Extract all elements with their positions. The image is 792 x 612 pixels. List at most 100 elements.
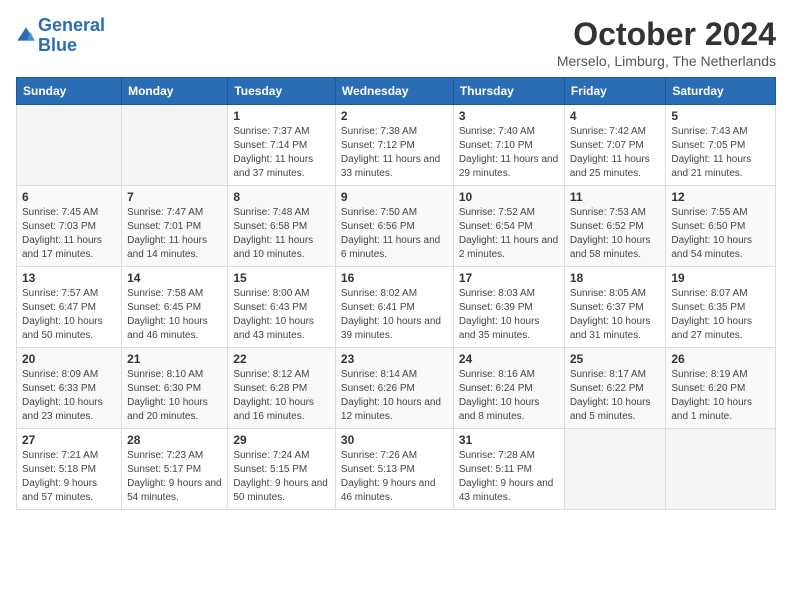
day-number: 13 (22, 271, 116, 285)
logo-icon (16, 26, 36, 46)
day-number: 22 (233, 352, 330, 366)
day-number: 11 (570, 190, 661, 204)
day-number: 25 (570, 352, 661, 366)
calendar-cell: 13 Sunrise: 7:57 AM Sunset: 6:47 PM Dayli… (17, 267, 122, 348)
calendar-cell: 17 Sunrise: 8:03 AM Sunset: 6:39 PM Dayli… (453, 267, 564, 348)
day-number: 1 (233, 109, 330, 123)
day-info: Sunrise: 7:38 AM Sunset: 7:12 PM Dayligh… (341, 125, 448, 181)
logo: General Blue (16, 16, 105, 56)
day-info: Sunrise: 8:14 AM Sunset: 6:26 PM Dayligh… (341, 368, 448, 424)
calendar-cell (564, 429, 666, 510)
calendar-week-row: 27 Sunrise: 7:21 AM Sunset: 5:18 PM Dayli… (17, 429, 776, 510)
day-info: Sunrise: 8:17 AM Sunset: 6:22 PM Dayligh… (570, 368, 661, 424)
calendar-cell: 12 Sunrise: 7:55 AM Sunset: 6:50 PM Dayli… (666, 186, 776, 267)
month-title: October 2024 (557, 16, 776, 53)
weekday-header: Wednesday (335, 78, 453, 105)
day-number: 14 (127, 271, 222, 285)
calendar-cell: 29 Sunrise: 7:24 AM Sunset: 5:15 PM Dayli… (228, 429, 336, 510)
calendar-cell: 20 Sunrise: 8:09 AM Sunset: 6:33 PM Dayli… (17, 348, 122, 429)
calendar-week-row: 1Sunrise: 7:37 AM Sunset: 7:14 PM Daylig… (17, 105, 776, 186)
day-number: 9 (341, 190, 448, 204)
day-number: 24 (459, 352, 559, 366)
logo-line1: General (38, 15, 105, 35)
day-number: 30 (341, 433, 448, 447)
calendar-cell: 22 Sunrise: 8:12 AM Sunset: 6:28 PM Dayli… (228, 348, 336, 429)
day-info: Sunrise: 8:16 AM Sunset: 6:24 PM Dayligh… (459, 368, 559, 424)
calendar-cell: 21Sunrise: 8:10 AM Sunset: 6:30 PM Dayli… (122, 348, 228, 429)
day-number: 20 (22, 352, 116, 366)
calendar-cell (122, 105, 228, 186)
day-info: Sunrise: 7:40 AM Sunset: 7:10 PM Dayligh… (459, 125, 559, 181)
day-number: 29 (233, 433, 330, 447)
calendar-header: SundayMondayTuesdayWednesdayThursdayFrid… (17, 78, 776, 105)
day-info: Sunrise: 8:07 AM Sunset: 6:35 PM Dayligh… (671, 287, 770, 343)
day-number: 23 (341, 352, 448, 366)
calendar-table: SundayMondayTuesdayWednesdayThursdayFrid… (16, 77, 776, 510)
calendar-cell: 28Sunrise: 7:23 AM Sunset: 5:17 PM Dayli… (122, 429, 228, 510)
calendar-cell: 25 Sunrise: 8:17 AM Sunset: 6:22 PM Dayli… (564, 348, 666, 429)
subtitle: Merselo, Limburg, The Netherlands (557, 53, 776, 69)
day-number: 6 (22, 190, 116, 204)
calendar-cell: 30 Sunrise: 7:26 AM Sunset: 5:13 PM Dayli… (335, 429, 453, 510)
day-info: Sunrise: 7:26 AM Sunset: 5:13 PM Dayligh… (341, 449, 448, 505)
day-info: Sunrise: 8:05 AM Sunset: 6:37 PM Dayligh… (570, 287, 661, 343)
day-info: Sunrise: 8:09 AM Sunset: 6:33 PM Dayligh… (22, 368, 116, 424)
day-info: Sunrise: 7:58 AM Sunset: 6:45 PM Dayligh… (127, 287, 222, 343)
day-info: Sunrise: 7:52 AM Sunset: 6:54 PM Dayligh… (459, 206, 559, 262)
day-number: 10 (459, 190, 559, 204)
day-info: Sunrise: 7:43 AM Sunset: 7:05 PM Dayligh… (671, 125, 770, 181)
day-info: Sunrise: 8:12 AM Sunset: 6:28 PM Dayligh… (233, 368, 330, 424)
day-number: 17 (459, 271, 559, 285)
calendar-cell: 1Sunrise: 7:37 AM Sunset: 7:14 PM Daylig… (228, 105, 336, 186)
calendar-cell: 23 Sunrise: 8:14 AM Sunset: 6:26 PM Dayli… (335, 348, 453, 429)
day-info: Sunrise: 7:28 AM Sunset: 5:11 PM Dayligh… (459, 449, 559, 505)
calendar-cell: 15 Sunrise: 8:00 AM Sunset: 6:43 PM Dayli… (228, 267, 336, 348)
weekday-header: Sunday (17, 78, 122, 105)
day-info: Sunrise: 7:21 AM Sunset: 5:18 PM Dayligh… (22, 449, 116, 505)
calendar-cell: 4 Sunrise: 7:42 AM Sunset: 7:07 PM Daylig… (564, 105, 666, 186)
calendar-cell (666, 429, 776, 510)
calendar-cell: 9Sunrise: 7:50 AM Sunset: 6:56 PM Daylig… (335, 186, 453, 267)
calendar-cell: 31 Sunrise: 7:28 AM Sunset: 5:11 PM Dayli… (453, 429, 564, 510)
weekday-header-row: SundayMondayTuesdayWednesdayThursdayFrid… (17, 78, 776, 105)
day-info: Sunrise: 8:02 AM Sunset: 6:41 PM Dayligh… (341, 287, 448, 343)
day-number: 4 (570, 109, 661, 123)
title-section: October 2024 Merselo, Limburg, The Nethe… (557, 16, 776, 69)
calendar-cell: 26Sunrise: 8:19 AM Sunset: 6:20 PM Dayli… (666, 348, 776, 429)
day-number: 12 (671, 190, 770, 204)
day-info: Sunrise: 8:03 AM Sunset: 6:39 PM Dayligh… (459, 287, 559, 343)
day-number: 5 (671, 109, 770, 123)
weekday-header: Tuesday (228, 78, 336, 105)
day-number: 2 (341, 109, 448, 123)
calendar-week-row: 20 Sunrise: 8:09 AM Sunset: 6:33 PM Dayli… (17, 348, 776, 429)
day-number: 18 (570, 271, 661, 285)
day-info: Sunrise: 7:42 AM Sunset: 7:07 PM Dayligh… (570, 125, 661, 181)
logo-text: General Blue (38, 16, 105, 56)
day-number: 31 (459, 433, 559, 447)
page-header: General Blue October 2024 Merselo, Limbu… (16, 16, 776, 69)
day-info: Sunrise: 7:47 AM Sunset: 7:01 PM Dayligh… (127, 206, 222, 262)
day-number: 16 (341, 271, 448, 285)
day-number: 8 (233, 190, 330, 204)
calendar-week-row: 13 Sunrise: 7:57 AM Sunset: 6:47 PM Dayli… (17, 267, 776, 348)
calendar-cell: 7 Sunrise: 7:47 AM Sunset: 7:01 PM Daylig… (122, 186, 228, 267)
day-number: 15 (233, 271, 330, 285)
day-number: 7 (127, 190, 222, 204)
calendar-cell: 10 Sunrise: 7:52 AM Sunset: 6:54 PM Dayli… (453, 186, 564, 267)
calendar-cell: 24 Sunrise: 8:16 AM Sunset: 6:24 PM Dayli… (453, 348, 564, 429)
weekday-header: Thursday (453, 78, 564, 105)
day-info: Sunrise: 8:10 AM Sunset: 6:30 PM Dayligh… (127, 368, 222, 424)
day-info: Sunrise: 7:23 AM Sunset: 5:17 PM Dayligh… (127, 449, 222, 505)
weekday-header: Saturday (666, 78, 776, 105)
weekday-header: Friday (564, 78, 666, 105)
day-number: 27 (22, 433, 116, 447)
calendar-cell: 11Sunrise: 7:53 AM Sunset: 6:52 PM Dayli… (564, 186, 666, 267)
day-info: Sunrise: 7:24 AM Sunset: 5:15 PM Dayligh… (233, 449, 330, 505)
calendar-cell: 8Sunrise: 7:48 AM Sunset: 6:58 PM Daylig… (228, 186, 336, 267)
day-info: Sunrise: 8:00 AM Sunset: 6:43 PM Dayligh… (233, 287, 330, 343)
calendar-cell: 3 Sunrise: 7:40 AM Sunset: 7:10 PM Daylig… (453, 105, 564, 186)
day-info: Sunrise: 7:55 AM Sunset: 6:50 PM Dayligh… (671, 206, 770, 262)
day-info: Sunrise: 7:57 AM Sunset: 6:47 PM Dayligh… (22, 287, 116, 343)
day-number: 3 (459, 109, 559, 123)
calendar-cell: 6Sunrise: 7:45 AM Sunset: 7:03 PM Daylig… (17, 186, 122, 267)
